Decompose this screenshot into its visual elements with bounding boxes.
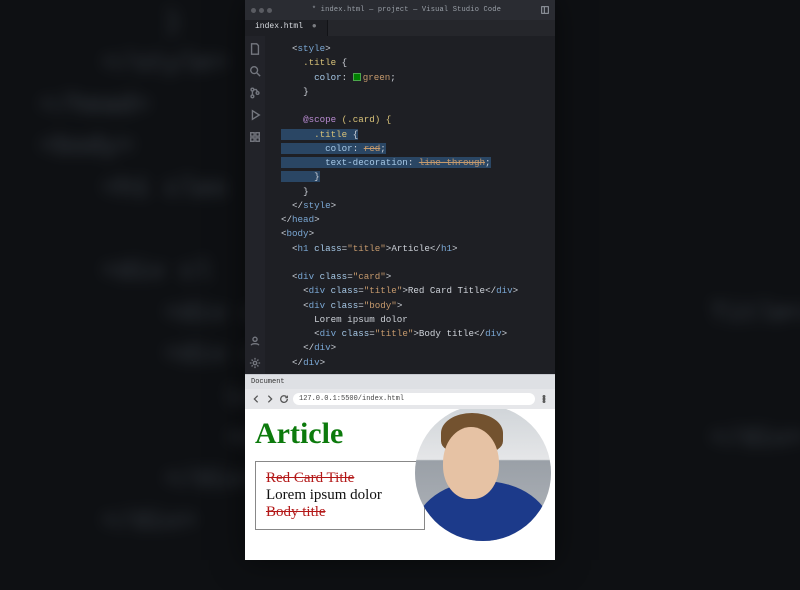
menu-icon[interactable] [539,394,549,404]
browser-preview: Document 127.0.0.1:5500/index.html Artic… [245,374,555,560]
card-title: Red Card Title [266,470,414,487]
activity-bar [245,36,265,374]
browser-toolbar: 127.0.0.1:5500/index.html [245,389,555,409]
card-body-text: Lorem ipsum dolor [266,487,414,504]
layout-icon[interactable] [541,6,549,14]
close-window-dot[interactable] [251,8,256,13]
reload-icon[interactable] [279,394,289,404]
window-title: * index.html — project — Visual Studio C… [278,6,535,14]
code-editor[interactable]: <style> .title { color: green; } @scope … [279,36,555,374]
minimize-window-dot[interactable] [259,8,264,13]
address-text: 127.0.0.1:5500/index.html [299,395,404,403]
vscode-titlebar: * index.html — project — Visual Studio C… [245,0,555,20]
tab-label: index.html [255,22,303,31]
address-bar[interactable]: 127.0.0.1:5500/index.html [293,393,535,405]
browser-tab[interactable]: Document [251,378,285,386]
extensions-icon[interactable] [249,130,261,142]
line-gutter [265,36,279,374]
maximize-window-dot[interactable] [267,8,272,13]
rendered-page: Article Red Card Title Lorem ipsum dolor… [245,409,555,560]
macos-window-controls[interactable] [251,8,272,13]
presenter-avatar [415,409,551,541]
source-control-icon[interactable] [249,86,261,98]
files-icon[interactable] [249,42,261,54]
back-icon[interactable] [251,394,261,404]
color-swatch-green [353,73,361,81]
tab-modified-indicator[interactable]: ● [312,22,317,31]
tab-index-html[interactable]: index.html ● [245,20,328,36]
editor-tabbar: index.html ● [245,20,555,36]
card: Red Card Title Lorem ipsum dolor Body ti… [255,461,425,530]
browser-tabstrip: Document [245,375,555,389]
account-icon[interactable] [249,334,261,346]
editor-area: <style> .title { color: green; } @scope … [245,36,555,374]
gear-icon[interactable] [249,356,261,368]
debug-icon[interactable] [249,108,261,120]
card-body-title: Body title [266,504,414,521]
center-column: * index.html — project — Visual Studio C… [245,0,555,560]
search-icon[interactable] [249,64,261,76]
forward-icon[interactable] [265,394,275,404]
